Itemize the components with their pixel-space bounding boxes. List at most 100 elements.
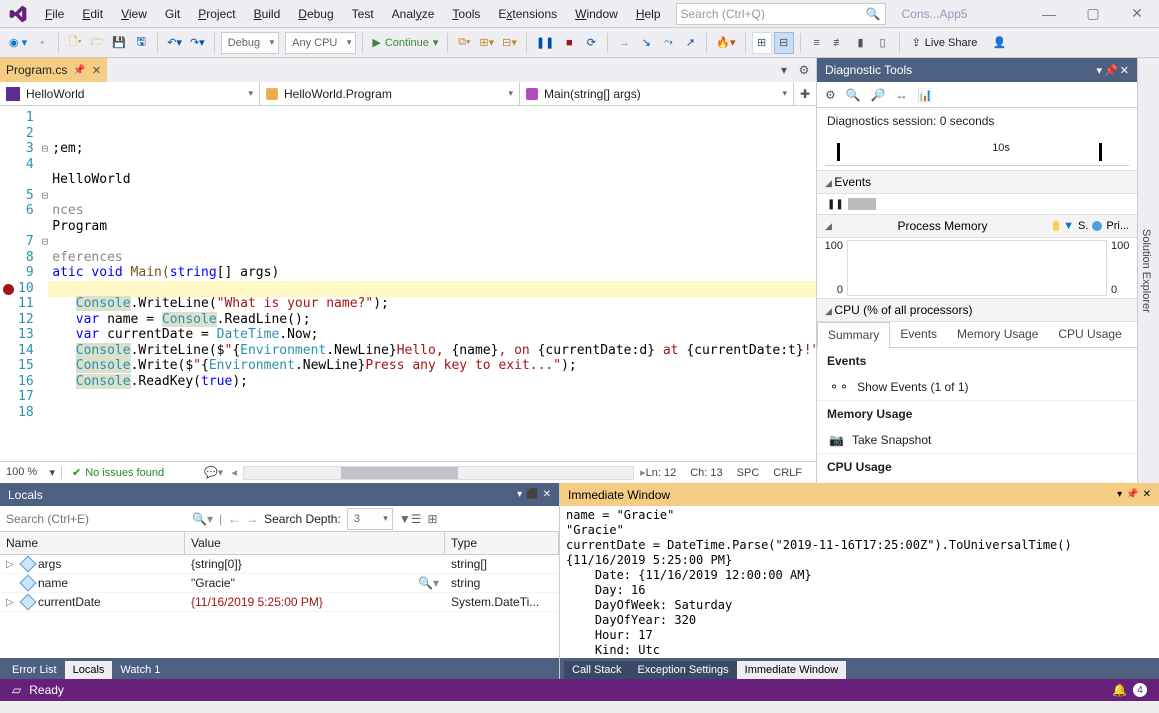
col-indicator[interactable]: Ch: 13 xyxy=(690,467,722,479)
tab-locals[interactable]: Locals xyxy=(65,661,113,679)
feedback-button[interactable]: 👤 xyxy=(989,32,1009,54)
nav-add-button[interactable]: ✚ xyxy=(794,82,816,105)
tab-watch1[interactable]: Watch 1 xyxy=(112,661,168,679)
panel-close-button[interactable]: ✕ xyxy=(543,489,551,500)
window-close-button[interactable]: ✕ xyxy=(1115,0,1159,28)
breakpoint-icon[interactable] xyxy=(2,283,15,296)
zoom-select[interactable]: 100 %▾ xyxy=(0,466,62,479)
intellicode-sel-button[interactable]: ⊟ xyxy=(774,32,794,54)
next-button[interactable]: → xyxy=(246,512,258,526)
nav-member-select[interactable]: Main(string[] args) xyxy=(520,82,794,105)
reset-icon[interactable]: ↔ xyxy=(896,88,908,102)
diag-memory-header[interactable]: Process Memory ▼S. Pri... xyxy=(817,214,1137,238)
col-value[interactable]: Value xyxy=(185,532,445,554)
h-scrollbar[interactable] xyxy=(243,466,634,480)
nav-class-select[interactable]: HelloWorld.Program xyxy=(260,82,520,105)
authors-icon[interactable]: 💬▾ xyxy=(204,466,223,479)
diag-cpu-header[interactable]: CPU (% of all processors) xyxy=(817,298,1137,322)
hot-reload-button[interactable]: 🔥▾ xyxy=(713,32,738,54)
locals-search-input[interactable] xyxy=(6,512,186,526)
menu-analyze[interactable]: Analyze xyxy=(383,2,444,26)
menu-debug[interactable]: Debug xyxy=(289,2,342,26)
panel-dropdown-button[interactable]: ▾ xyxy=(517,489,522,500)
memory-graph[interactable] xyxy=(847,240,1107,296)
panel-pin-button[interactable]: 📌 xyxy=(1126,489,1138,500)
tab-call-stack[interactable]: Call Stack xyxy=(564,661,630,679)
window-maximize-button[interactable]: ▢ xyxy=(1071,0,1115,28)
uncomment-button[interactable]: ≢ xyxy=(829,32,849,54)
zoom-in-icon[interactable]: 🔍 xyxy=(846,88,861,102)
bookmark-button[interactable]: ▮ xyxy=(851,32,871,54)
menu-extensions[interactable]: Extensions xyxy=(489,2,566,26)
pin-icon[interactable]: 📌 xyxy=(73,65,85,76)
col-name[interactable]: Name xyxy=(0,532,185,554)
process-button[interactable]: ⧉▾ xyxy=(454,32,474,54)
panel-close-button[interactable]: ✕ xyxy=(1143,489,1151,500)
comment-button[interactable]: ≡ xyxy=(807,32,827,54)
menu-build[interactable]: Build xyxy=(245,2,290,26)
document-tab-program[interactable]: Program.cs 📌 ✕ xyxy=(0,58,107,82)
panel-dropdown-button[interactable]: ▾ xyxy=(1097,64,1103,77)
menu-file[interactable]: File xyxy=(36,2,73,26)
config-select[interactable]: Debug xyxy=(221,32,279,54)
tab-immediate[interactable]: Immediate Window xyxy=(737,661,847,679)
search-icon[interactable]: 🔍▾ xyxy=(192,512,213,526)
stack-button[interactable]: ⊟▾ xyxy=(499,32,520,54)
show-events-link[interactable]: ⚬⚬ Show Events (1 of 1) xyxy=(817,374,1137,401)
tab-exception-settings[interactable]: Exception Settings xyxy=(630,661,737,679)
diag-events-header[interactable]: Events xyxy=(817,170,1137,194)
save-all-button[interactable]: 🖫 xyxy=(131,32,151,54)
show-next-button[interactable]: → xyxy=(614,32,634,54)
immediate-output[interactable]: name = "Gracie" "Gracie" currentDate = D… xyxy=(560,506,1159,658)
cols-button[interactable]: ⊞ xyxy=(427,512,437,526)
menu-window[interactable]: Window xyxy=(566,2,627,26)
output-icon[interactable]: ▱ xyxy=(12,683,21,697)
step-over-button[interactable]: ⤳ xyxy=(658,32,678,54)
locals-row[interactable]: ▷currentDate{11/16/2019 5:25:00 PM}Syste… xyxy=(0,593,559,612)
nav-scope-select[interactable]: HelloWorld xyxy=(0,82,260,105)
continue-button[interactable]: ▶ Continue ▾ xyxy=(369,32,441,54)
eol-indicator[interactable]: CRLF xyxy=(773,467,802,479)
step-out-button[interactable]: ↗ xyxy=(680,32,700,54)
locals-row[interactable]: ▷args{string[0]}string[] xyxy=(0,555,559,574)
menu-project[interactable]: Project xyxy=(189,2,244,26)
new-button[interactable]: 🗋▾ xyxy=(65,32,85,54)
code-text[interactable]: ;em; HelloWorld nces Program eferences a… xyxy=(48,106,816,461)
diag-title-bar[interactable]: Diagnostic Tools ▾ 📌 ✕ xyxy=(817,58,1137,82)
prev-button[interactable]: ← xyxy=(228,512,240,526)
tab-dropdown-button[interactable]: ▾ xyxy=(774,60,794,80)
fwd-nav-button[interactable]: ◦ xyxy=(32,32,52,54)
close-tab-button[interactable]: ✕ xyxy=(92,64,101,77)
notifications-icon[interactable]: 🔔 xyxy=(1112,683,1127,697)
col-type[interactable]: Type xyxy=(445,532,559,554)
depth-select[interactable]: 3 xyxy=(347,508,393,530)
stop-button[interactable]: ■ xyxy=(559,32,579,54)
menu-edit[interactable]: Edit xyxy=(73,2,112,26)
diag-tab-memory[interactable]: Memory Usage xyxy=(947,322,1048,347)
pause-button[interactable]: ❚❚ xyxy=(533,32,557,54)
diag-tab-cpu[interactable]: CPU Usage xyxy=(1048,322,1131,347)
menu-tools[interactable]: Tools xyxy=(443,2,489,26)
filter-button[interactable]: ▼☰ xyxy=(399,512,422,526)
fold-column[interactable]: ⊟ ⊟ ⊟ xyxy=(42,106,49,461)
chart-icon[interactable]: 📊 xyxy=(918,88,933,102)
undo-button[interactable]: ↶▾ xyxy=(164,32,185,54)
take-snapshot-link[interactable]: 📷 Take Snapshot xyxy=(817,427,1137,454)
visualizer-icon[interactable]: 🔍▾ xyxy=(418,576,439,590)
panel-pin-button[interactable]: 📌 xyxy=(1104,64,1118,77)
thread-button[interactable]: ⊞▾ xyxy=(476,32,497,54)
line-indicator[interactable]: Ln: 12 xyxy=(646,467,677,479)
global-search-input[interactable]: Search (Ctrl+Q) 🔍 xyxy=(676,3,886,25)
panel-dropdown-button[interactable]: ▾ xyxy=(1117,489,1122,500)
menu-test[interactable]: Test xyxy=(343,2,383,26)
redo-button[interactable]: ↷▾ xyxy=(187,32,208,54)
bookmark2-button[interactable]: ▯ xyxy=(873,32,893,54)
locals-row[interactable]: name"Gracie"🔍▾string xyxy=(0,574,559,593)
immediate-title-bar[interactable]: Immediate Window ▾ 📌 ✕ xyxy=(560,483,1159,506)
open-button[interactable]: 🗁 xyxy=(87,32,107,54)
diag-tab-events[interactable]: Events xyxy=(890,322,947,347)
panel-pin-button[interactable]: ⬛ xyxy=(526,489,538,500)
indent-indicator[interactable]: SPC xyxy=(737,467,760,479)
window-minimize-button[interactable]: — xyxy=(1027,0,1071,28)
diag-timeline[interactable]: 10s xyxy=(825,138,1129,166)
